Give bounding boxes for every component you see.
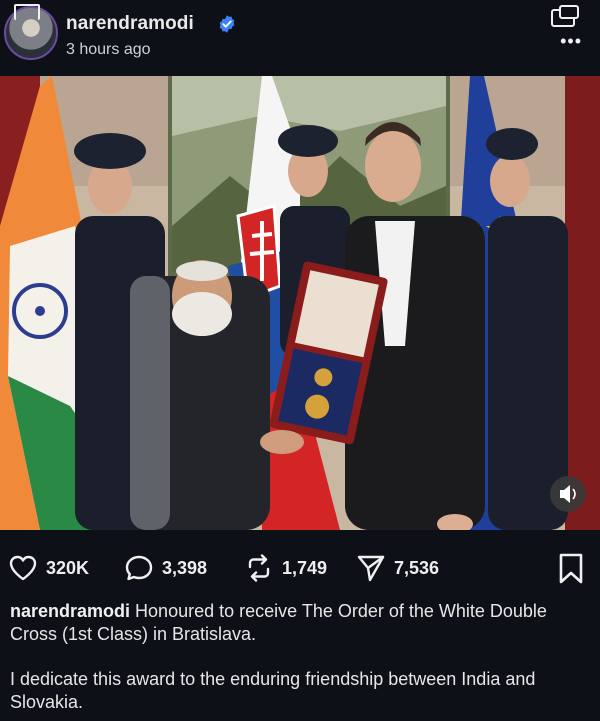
comment-count: 3,398 — [162, 557, 208, 578]
photo-scene — [0, 76, 600, 530]
bookmark-icon[interactable] — [554, 552, 588, 586]
caption-paragraph-2: I dedicate this award to the enduring fr… — [10, 669, 536, 712]
post-header: narendramodi 3 hours ago ••• — [0, 0, 600, 76]
post-actions: 320K 3,398 1,749 7,536 — [0, 544, 600, 592]
heart-icon[interactable] — [8, 554, 38, 582]
caption-paragraph-1: narendramodi Honoured to receive The Ord… — [10, 600, 590, 646]
story-frame-icon — [14, 4, 40, 20]
comment-icon[interactable] — [124, 554, 154, 582]
share-count: 7,536 — [394, 557, 440, 578]
share-icon[interactable] — [356, 553, 386, 583]
post-photo[interactable] — [0, 76, 600, 530]
repost-action[interactable]: 1,749 — [244, 544, 327, 592]
post-caption: narendramodi Honoured to receive The Ord… — [10, 600, 590, 714]
repost-icon[interactable] — [244, 553, 274, 583]
repost-count: 1,749 — [282, 557, 328, 578]
like-action[interactable]: 320K — [8, 544, 89, 592]
post-username[interactable]: narendramodi — [66, 13, 194, 35]
like-count: 320K — [46, 557, 90, 578]
caption-username[interactable]: narendramodi — [10, 601, 130, 621]
verified-badge-icon — [219, 15, 235, 33]
share-action[interactable]: 7,536 — [356, 544, 439, 592]
post-timestamp: 3 hours ago — [66, 41, 151, 58]
comment-action[interactable]: 3,398 — [124, 544, 207, 592]
more-options-icon[interactable]: ••• — [560, 31, 582, 52]
